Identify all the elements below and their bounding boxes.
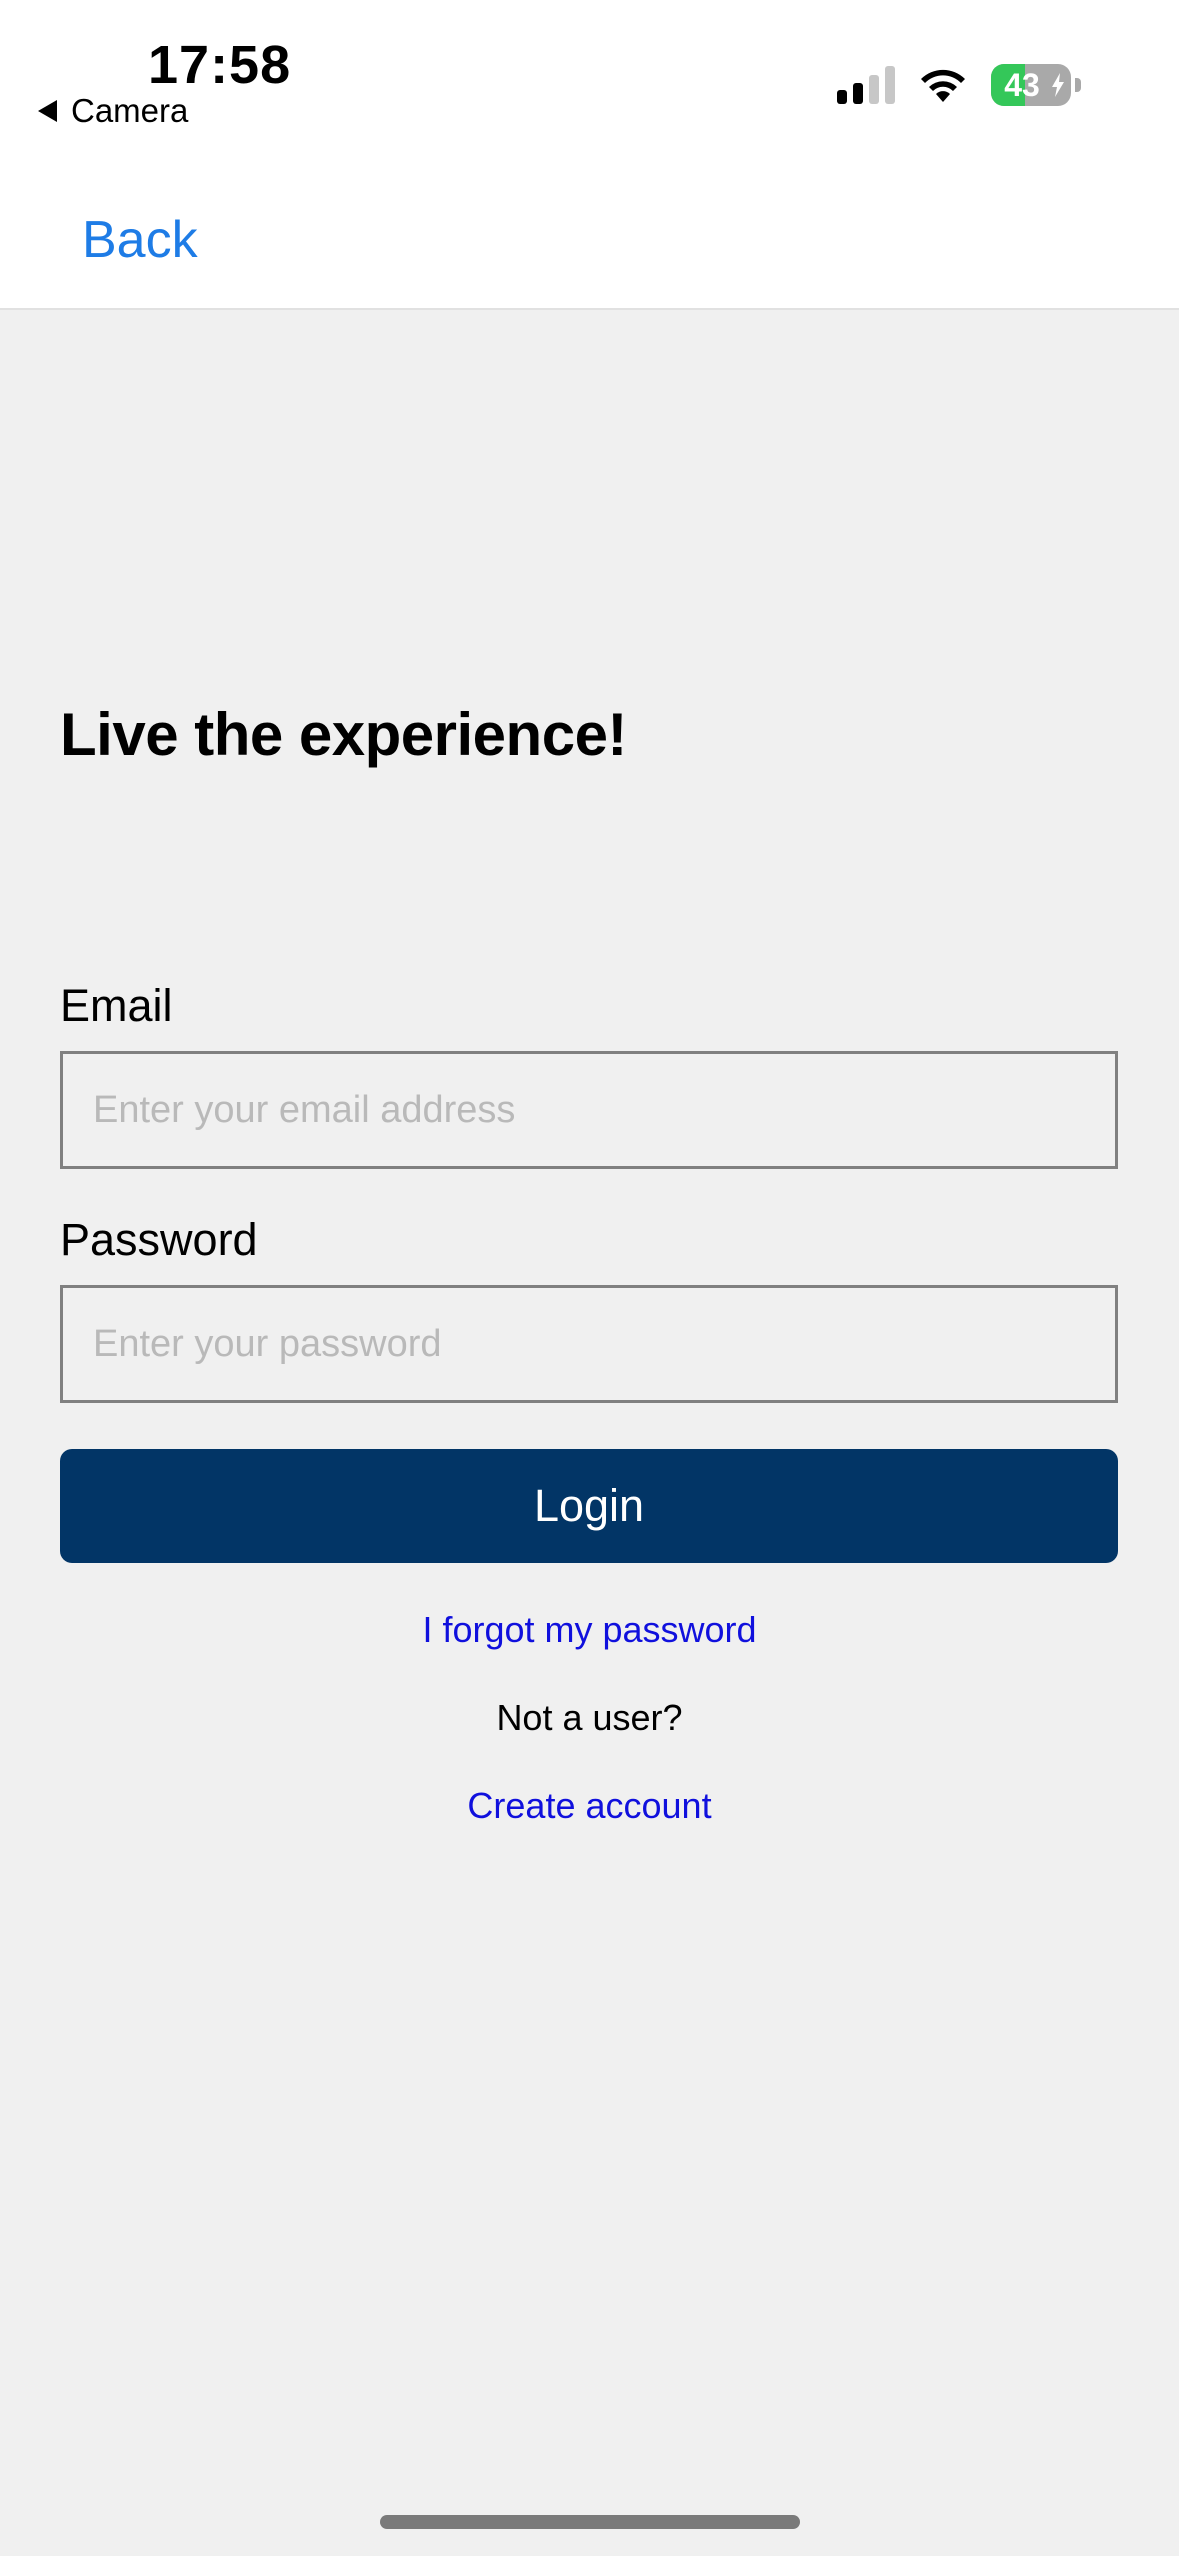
password-label: Password — [60, 1214, 258, 1265]
status-time: 17:58 — [148, 35, 292, 95]
charging-bolt-icon — [1052, 73, 1064, 97]
back-arrow-icon — [38, 100, 57, 122]
password-field[interactable] — [60, 1285, 1118, 1403]
login-screen: 17:58 Camera 43 Back Live the experience… — [0, 0, 1179, 2556]
home-indicator[interactable] — [380, 2515, 800, 2529]
wifi-icon — [921, 69, 965, 102]
navigation-bar: Back — [0, 150, 1179, 310]
email-field[interactable] — [60, 1051, 1118, 1169]
battery-icon: 43 — [991, 64, 1071, 106]
status-bar: 17:58 Camera 43 — [0, 0, 1179, 150]
forgot-password-link[interactable]: I forgot my password — [0, 1609, 1179, 1651]
back-to-app-button[interactable]: Camera — [38, 92, 188, 130]
cellular-signal-icon — [837, 66, 895, 104]
back-button[interactable]: Back — [82, 210, 198, 270]
not-a-user-text: Not a user? — [496, 1697, 683, 1738]
battery-level-text: 43 — [1004, 67, 1040, 103]
login-button[interactable]: Login — [60, 1449, 1118, 1563]
status-indicators: 43 — [837, 64, 1081, 106]
page-headline: Live the experience! — [60, 701, 627, 768]
email-label: Email — [60, 980, 173, 1031]
battery-indicator: 43 — [991, 64, 1081, 106]
back-to-app-label: Camera — [71, 92, 189, 129]
battery-cap — [1075, 78, 1081, 92]
create-account-link[interactable]: Create account — [0, 1785, 1179, 1827]
